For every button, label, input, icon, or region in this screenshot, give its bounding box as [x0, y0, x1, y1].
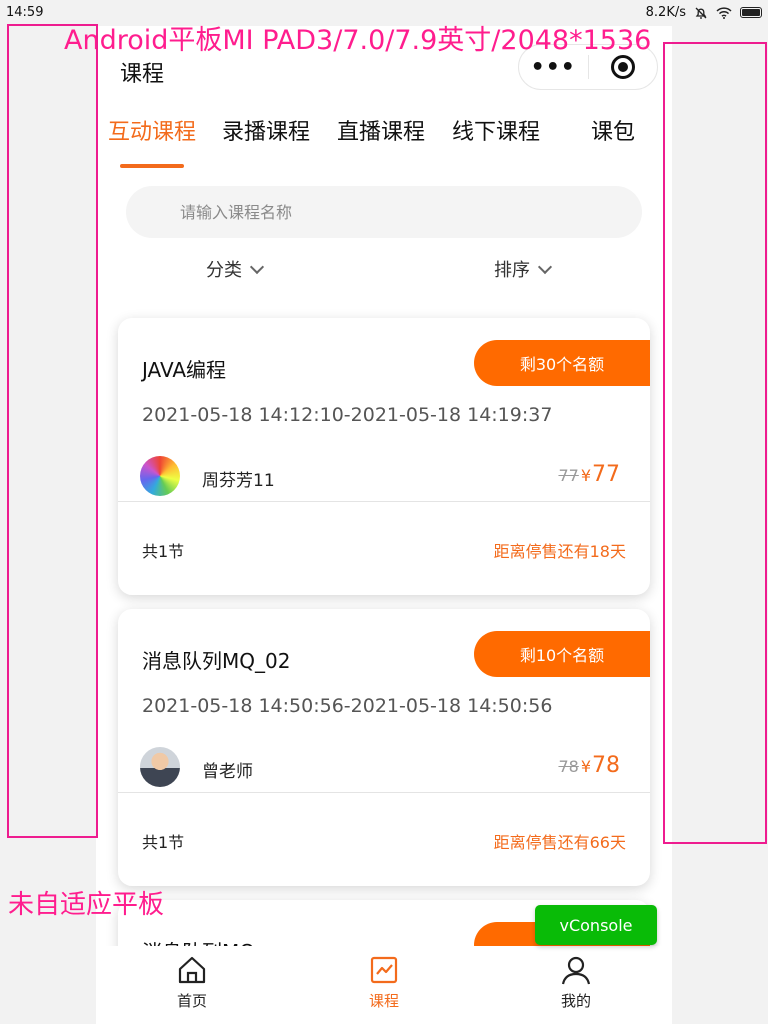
tab-course-package[interactable]: 课包 — [591, 114, 635, 146]
sale-deadline: 距离停售还有66天 — [493, 833, 626, 852]
lesson-count: 共1节 — [142, 542, 185, 561]
course-card[interactable]: JAVA编程 剩30个名额 2021-05-18 14:12:10-2021-0… — [118, 318, 650, 595]
sale-deadline: 距离停售还有18天 — [493, 542, 626, 561]
tabbar-item-home[interactable]: 首页 — [142, 954, 242, 1011]
page-title: 课程 — [120, 62, 165, 87]
course-name: JAVA编程 — [142, 358, 227, 382]
teacher-name: 曾老师 — [202, 762, 253, 782]
teacher-name: 周芬芳11 — [202, 471, 275, 491]
tabbar-label: 我的 — [560, 992, 591, 1010]
vconsole-button[interactable]: vConsole — [535, 905, 657, 945]
current-price: 78 — [592, 753, 620, 778]
currency-symbol: ¥ — [580, 466, 591, 485]
close-mini-program-button[interactable] — [589, 55, 658, 79]
battery-icon — [740, 7, 762, 18]
status-icons: 8.2K/s — [646, 5, 762, 20]
card-divider — [118, 792, 650, 793]
sort-filter[interactable]: 排序 — [494, 256, 553, 282]
quota-badge: 剩30个名额 — [474, 340, 650, 386]
course-time: 2021-05-18 14:12:10-2021-05-18 14:19:37 — [142, 404, 553, 426]
avatar — [140, 456, 180, 496]
annotation-title: Android平板MI PAD3/7.0/7.9英寸/2048*1536 — [64, 25, 652, 56]
course-time: 2021-05-18 14:50:56-2021-05-18 14:50:56 — [142, 695, 553, 717]
user-icon — [561, 956, 591, 985]
category-filter[interactable]: 分类 — [206, 256, 265, 282]
search-input[interactable] — [180, 186, 620, 238]
card-divider — [118, 501, 650, 502]
chart-icon — [370, 956, 398, 984]
price-block: 78 ¥ 78 — [558, 753, 620, 778]
annotation-box-right — [663, 42, 767, 844]
quota-badge: 剩10个名额 — [474, 631, 650, 677]
tabbar-label: 课程 — [368, 992, 399, 1010]
annotation-box-left — [7, 24, 98, 838]
search-bar — [126, 186, 642, 238]
tabbar-item-mine[interactable]: 我的 — [526, 954, 626, 1011]
sort-filter-label: 排序 — [494, 260, 530, 281]
net-speed: 8.2K/s — [645, 5, 686, 20]
annotation-note: 未自适应平板 — [8, 890, 165, 920]
currency-symbol: ¥ — [580, 757, 591, 776]
status-time: 14:59 — [6, 5, 44, 20]
tab-interactive-course[interactable]: 互动课程 — [108, 114, 196, 146]
category-filter-label: 分类 — [206, 260, 242, 281]
home-icon — [178, 956, 206, 984]
chevron-down-icon — [249, 259, 265, 274]
lesson-count: 共1节 — [142, 833, 185, 852]
wifi-icon — [716, 6, 732, 19]
tab-recorded-course[interactable]: 录播课程 — [222, 114, 310, 146]
price-block: 77 ¥ 77 — [558, 462, 620, 487]
course-tabs: 互动课程 录播课程 直播课程 线下课程 课包 — [96, 114, 672, 170]
target-icon — [610, 55, 635, 79]
original-price: 77 — [558, 466, 579, 485]
avatar — [140, 747, 180, 787]
more-menu-button[interactable]: ••• — [519, 55, 588, 80]
tabbar-label: 首页 — [176, 992, 207, 1010]
original-price: 78 — [558, 757, 579, 776]
active-tab-indicator — [120, 164, 184, 168]
tab-offline-course[interactable]: 线下课程 — [452, 114, 540, 146]
app-screen: 课程 ••• 互动课程 录播课程 直播课程 线下课程 课包 分类 排序 JAVA… — [96, 26, 672, 1024]
chevron-down-icon — [537, 259, 553, 274]
current-price: 77 — [592, 462, 620, 487]
bottom-tab-bar: 首页 课程 我的 — [96, 946, 672, 1024]
mute-bell-icon — [695, 7, 707, 19]
course-card[interactable]: 消息队列MQ_02 剩10个名额 2021-05-18 14:50:56-202… — [118, 609, 650, 886]
tab-live-course[interactable]: 直播课程 — [337, 114, 425, 146]
tabbar-item-course[interactable]: 课程 — [334, 954, 434, 1011]
course-name: 消息队列MQ_02 — [142, 649, 291, 673]
